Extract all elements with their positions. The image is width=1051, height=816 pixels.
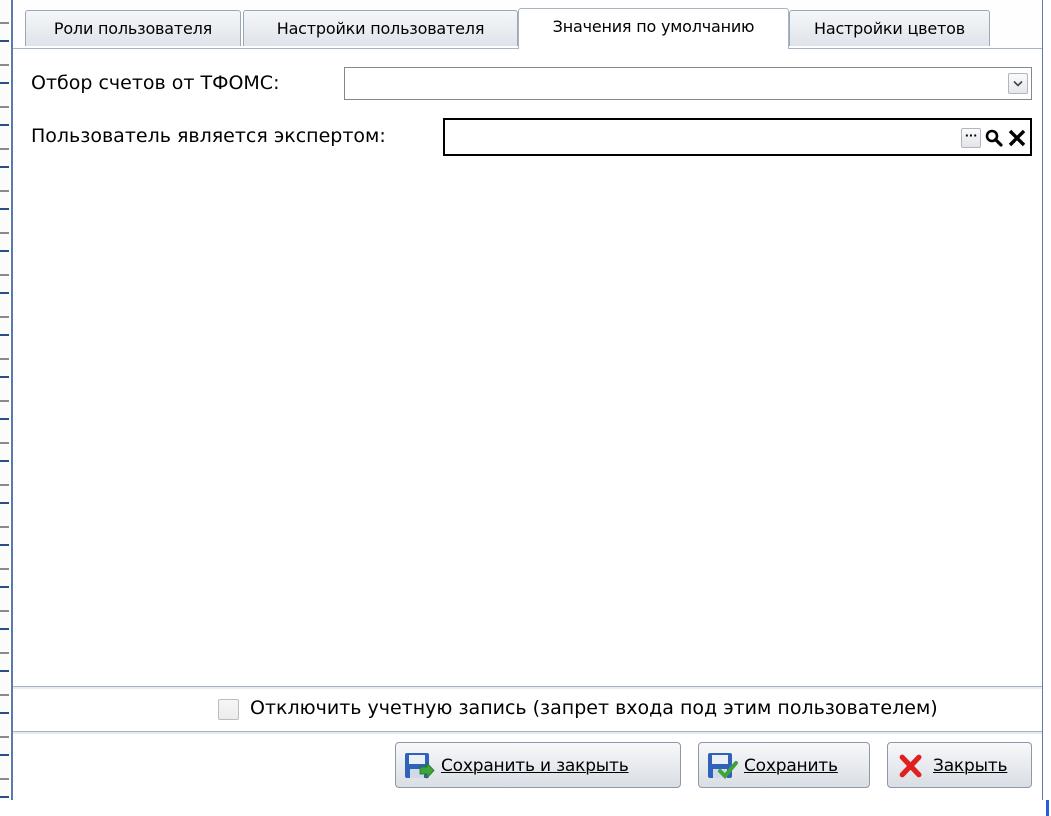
bottom-margin [0,800,1051,816]
divider [13,686,1042,690]
save-label: Сохранить [744,756,838,776]
save-close-icon [405,753,435,780]
save-icon [708,753,738,779]
close-button[interactable]: Закрыть [887,742,1032,788]
disable-account-label[interactable]: Отключить учетную запись (запрет входа п… [250,697,938,719]
close-label: Закрыть [933,756,1008,776]
tab-user-roles[interactable]: Роли пользователя [25,10,241,46]
tab-user-settings[interactable]: Настройки пользователя [243,10,518,46]
save-and-close-button[interactable]: Сохранить и закрыть [395,742,681,788]
expert-lookup-field[interactable]: ··· [443,118,1032,156]
background-window-edge [0,0,9,816]
ellipsis-icon[interactable]: ··· [961,128,981,148]
chevron-down-icon[interactable] [1008,73,1028,94]
tab-color-settings[interactable]: Настройки цветов [789,10,990,46]
expert-label: Пользователь является экспертом: [31,125,386,147]
clear-icon[interactable] [1007,128,1027,148]
tfoms-filter-select[interactable] [344,67,1032,100]
save-and-close-label: Сохранить и закрыть [441,756,629,776]
tab-default-values[interactable]: Значения по умолчанию [518,8,789,49]
disable-account-checkbox[interactable] [218,699,239,720]
tfoms-filter-label: Отбор счетов от ТФОМС: [31,72,280,94]
tab-bar: Роли пользователя Настройки пользователя… [13,0,1042,49]
user-settings-window: Роли пользователя Настройки пользователя… [11,0,1043,800]
search-icon[interactable] [984,128,1004,148]
divider [13,731,1042,735]
close-icon [899,754,922,778]
save-button[interactable]: Сохранить [698,742,870,788]
resize-edge [1046,800,1049,816]
